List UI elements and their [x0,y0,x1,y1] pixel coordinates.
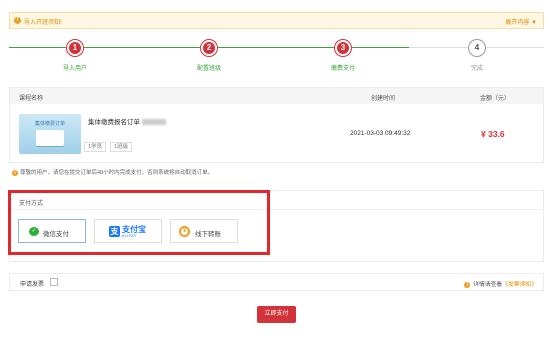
notice-bar: ! 导入开班须知! 展开内容 ▼ [9,12,544,29]
invoice-row: 申请发票 ! 详情请查看《发票须知》 [9,273,544,291]
course-name-text: 集体缴费报名订单 [88,119,140,126]
step-complete: 4 完成 [442,38,512,72]
invoice-notice-link[interactable]: 《发票须知》 [502,282,537,288]
step-label: 缴费支付 [330,66,355,72]
created-time: 2021-03-03 09:49:32 [350,130,411,137]
info-icon: ! [464,282,471,288]
student-count-tag: 1学员 [84,142,107,152]
order-table: 课程名称 创建时间 金额（元） 集体缴费订单 集体缴费报名订单 1学员 1班级 … [9,87,544,163]
step-number: 2 [201,40,217,56]
payment-warning: ! 尊敬的用户，请您在提交订单后48小时内完成支付，否则系统将自动取消订单。 [12,168,213,176]
warning-text: 尊敬的用户，请您在提交订单后48小时内完成支付，否则系统将自动取消订单。 [20,170,214,176]
info-icon: ! [14,17,21,24]
book-icon [36,130,64,146]
header-course: 课程名称 [19,96,44,102]
notice-text: 导入开班须知! [24,20,62,26]
course-name: 集体缴费报名订单 [88,116,166,126]
course-thumbnail: 集体缴费订单 [19,114,81,154]
step-payment: 3 缴费支付 [308,38,378,72]
warning-icon: ! [12,170,18,176]
step-label: 导入用户 [62,66,87,72]
thumbnail-text: 集体缴费订单 [34,121,65,127]
header-created: 创建时间 [371,96,396,102]
progress-steps: 1 导入用户 2 配置班级 3 缴费支付 4 完成 [9,38,544,78]
step-label: 完成 [470,66,483,72]
step-number: 1 [67,40,83,56]
redacted-text [141,119,166,126]
invoice-label: 申请发票 [20,282,45,288]
step-config-class: 2 配置班级 [174,38,244,72]
step-import-users: 1 导入用户 [40,38,110,72]
class-count-tag: 1班级 [110,142,133,152]
order-amount: ¥ 33.6 [481,129,505,139]
invoice-checkbox[interactable] [50,278,58,286]
invoice-detail: ! 详情请查看《发票须知》 [464,279,537,288]
step-number: 4 [469,40,485,56]
step-number: 3 [335,40,351,56]
expand-notice-link[interactable]: 展开内容 ▼ [505,17,537,26]
invoice-detail-prefix: 详情请查看 [473,282,503,288]
header-amount: 金额（元） [480,96,511,102]
payment-methods-highlight [8,190,270,255]
step-label: 配置班级 [196,66,221,72]
table-header: 课程名称 创建时间 金额（元） [10,88,543,104]
pay-now-button[interactable]: 立即支付 [257,306,296,323]
